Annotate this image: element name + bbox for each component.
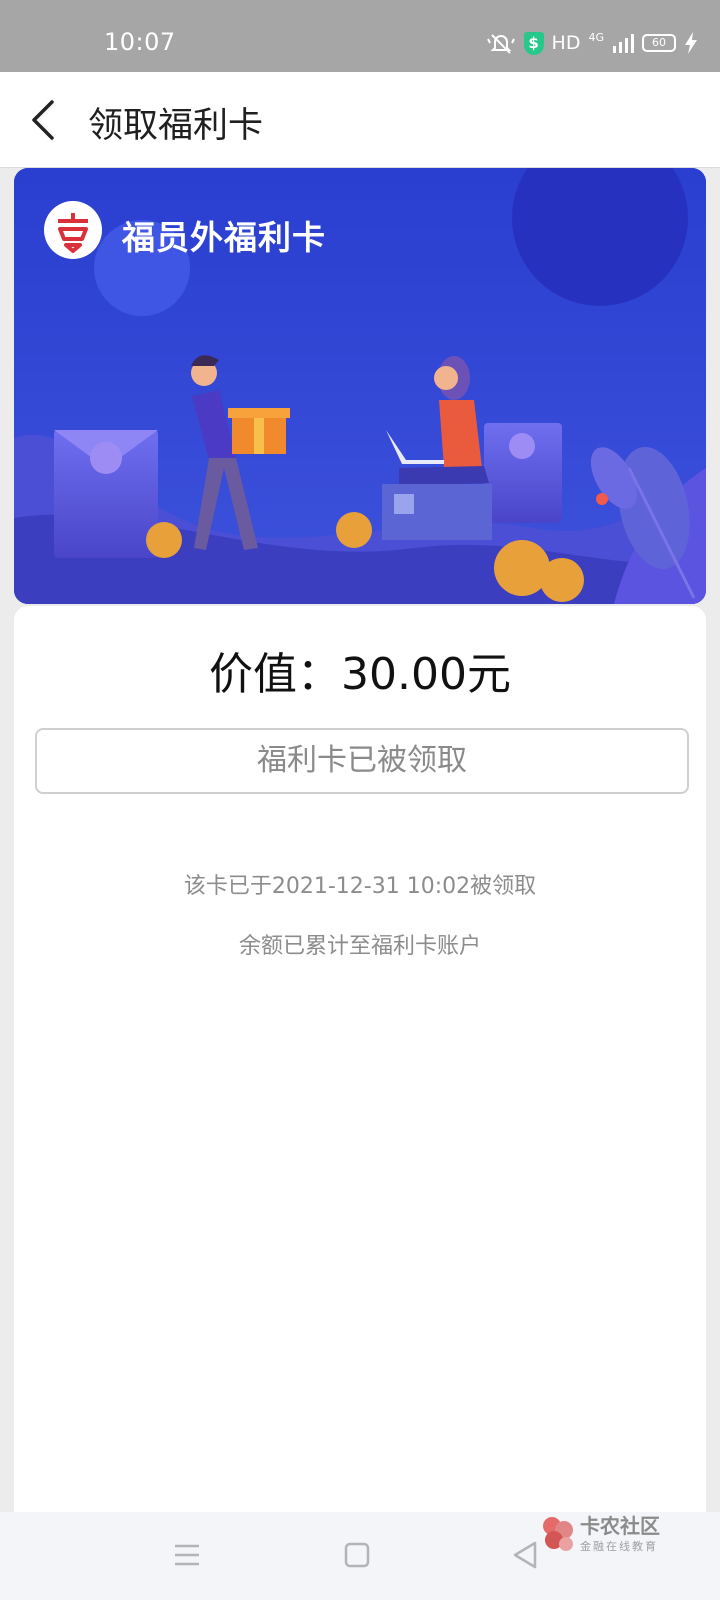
status-time: 10:07: [104, 28, 176, 56]
security-shield-icon: $: [523, 31, 544, 55]
hd-indicator: HD: [551, 32, 581, 54]
card-detail-panel: 价值：30.00元 福利卡已被领取 该卡已于2021-12-31 10:02被领…: [14, 606, 706, 1512]
chevron-left-icon: [32, 100, 54, 140]
page-title: 领取福利卡: [88, 106, 264, 146]
back-triangle-icon[interactable]: [508, 1538, 542, 1572]
claimed-button[interactable]: 福利卡已被领取: [35, 728, 689, 794]
home-square-icon[interactable]: [340, 1538, 374, 1572]
watermark-subtitle: 金融在线教育: [580, 1540, 658, 1553]
status-bar: 10:07 $ HD 4G 60: [0, 0, 720, 72]
battery-icon: 60: [642, 34, 676, 52]
mute-bell-icon: [486, 34, 515, 54]
balance-note: 余额已累计至福利卡账户: [238, 934, 481, 959]
network-type: 4G: [588, 30, 604, 44]
back-button[interactable]: [26, 94, 62, 146]
watermark-logo-icon: [543, 1517, 573, 1551]
signal-icon: [613, 34, 634, 53]
top-bar: 领取福利卡: [0, 72, 720, 168]
menu-icon[interactable]: [170, 1538, 204, 1572]
card-illustration: [14, 168, 706, 604]
brand-logo-icon: [44, 201, 102, 259]
card-value: 价值：30.00元: [209, 649, 511, 700]
status-icons: $ HD 4G 60: [486, 30, 698, 56]
watermark-title: 卡农社区: [580, 1514, 660, 1538]
card-brand-name: 福员外福利卡: [122, 218, 326, 257]
claimed-time-note: 该卡已于2021-12-31 10:02被领取: [183, 874, 537, 899]
charging-bolt-icon: [685, 32, 697, 54]
welfare-card-banner: 福员外福利卡: [14, 168, 706, 604]
watermark: 卡农社区 金融在线教育: [540, 1510, 710, 1556]
